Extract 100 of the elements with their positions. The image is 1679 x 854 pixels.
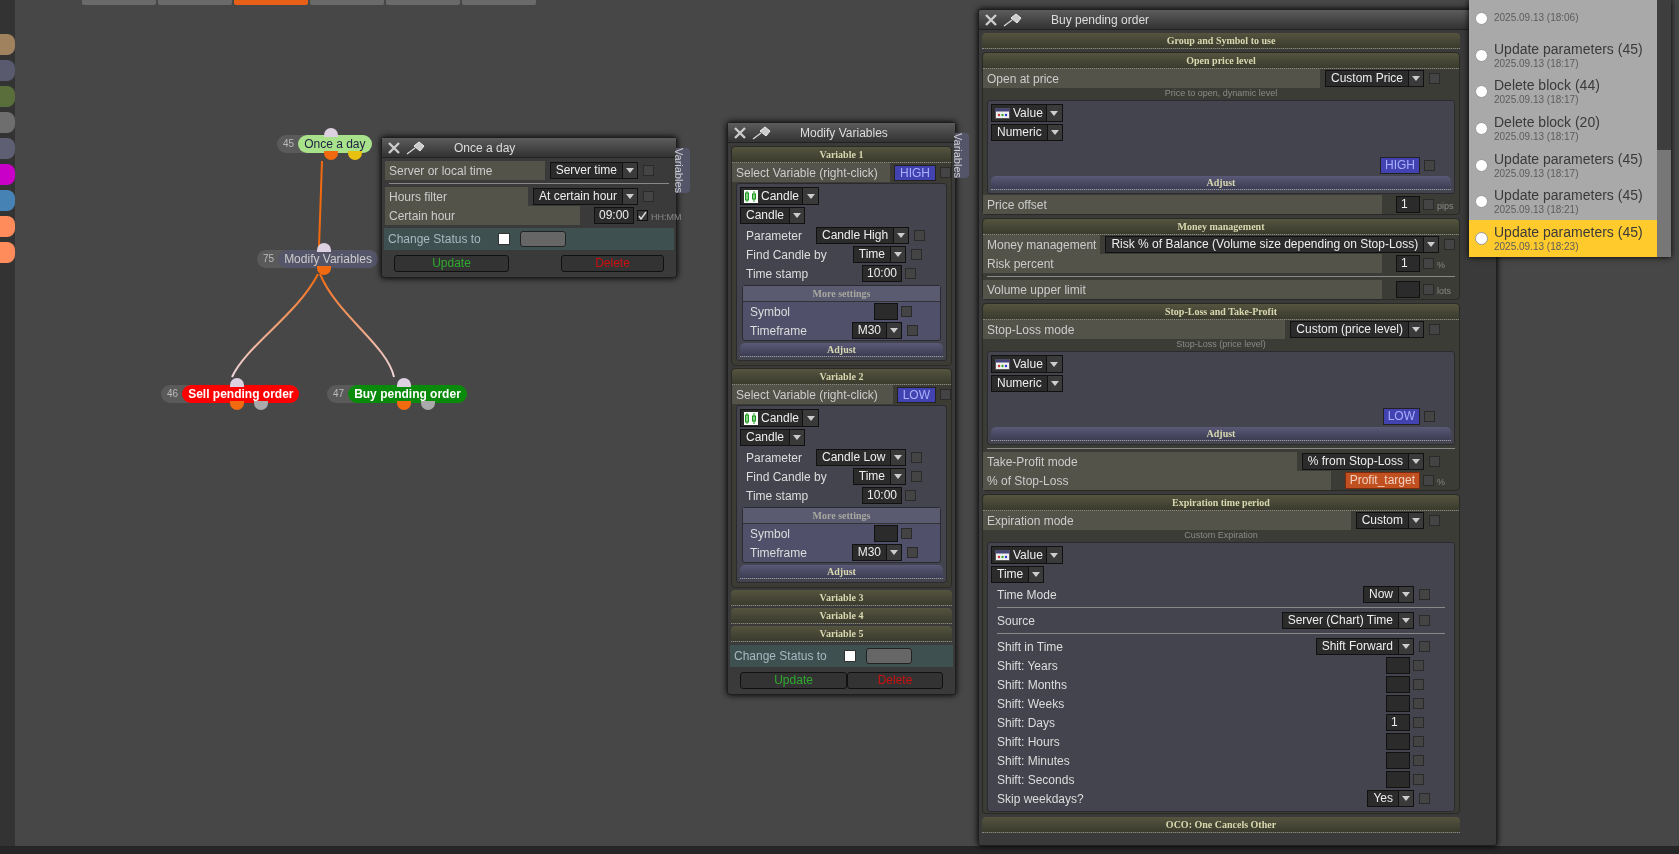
checkbox[interactable] [907,547,918,558]
history-item[interactable]: Update parameters (45) 2025.09.13 (18:21) [1469,183,1657,221]
history-item[interactable]: Delete block (20) 2025.09.13 (18:17) [1469,110,1657,147]
section-header[interactable]: Variable 1 [732,147,951,163]
side-tab[interactable]: Variables [676,148,690,194]
checkbox[interactable] [1413,736,1424,747]
dropdown[interactable]: Value [991,546,1063,564]
section-header[interactable]: Open price level [983,53,1459,69]
section-header[interactable]: Variable 2 [732,369,951,385]
checkbox[interactable] [911,249,922,260]
checkbox[interactable] [1413,774,1424,785]
checkbox[interactable] [643,165,654,176]
history-item[interactable]: Delete block (44) 2025.09.13 (18:17) [1469,73,1657,111]
section-header[interactable]: Stop-Loss and Take-Profit [983,304,1459,320]
checkbox[interactable] [1429,324,1440,335]
checkbox[interactable] [1423,475,1434,486]
input-field[interactable]: 09:00 [593,207,634,224]
side-tab[interactable]: Variables [955,133,969,179]
checkbox[interactable] [940,389,951,400]
checkbox[interactable] [1419,793,1430,804]
flow-node[interactable]: 75 Modify Variables [257,250,378,268]
input-field[interactable] [874,525,898,542]
input-field[interactable] [1386,771,1410,788]
input-field[interactable] [1386,695,1410,712]
dropdown[interactable]: M30 [851,322,902,339]
checkbox[interactable] [1419,589,1430,600]
input-port-icon[interactable] [324,128,339,137]
variable-tag[interactable]: LOW [1382,408,1420,425]
output-port-icon[interactable] [324,151,339,160]
input-field[interactable] [1386,657,1410,674]
dropdown[interactable]: Server time [549,162,638,179]
history-item[interactable]: Update parameters (45) 2025.09.13 (18:17) [1469,146,1657,184]
input-field[interactable]: 10:00 [861,265,902,282]
checkbox[interactable] [1413,660,1424,671]
variable-tag[interactable]: HIGH [1380,157,1420,174]
tab[interactable] [462,0,536,5]
update-button[interactable]: Update [740,672,848,689]
dropdown[interactable]: Shift Forward [1315,638,1414,655]
dropdown[interactable]: Custom Price [1324,70,1424,87]
dropdown[interactable]: M30 [851,544,902,561]
tab[interactable] [158,0,232,5]
color-swatch[interactable] [0,242,15,263]
input-field[interactable] [874,303,898,320]
color-swatch[interactable] [0,34,15,55]
checkbox[interactable] [1413,679,1424,690]
dropdown[interactable]: Candle [740,207,806,224]
checkbox[interactable] [1419,641,1430,652]
input-field[interactable]: 10:00 [861,487,902,504]
dropdown[interactable]: Candle High [816,227,910,244]
flow-node[interactable]: 46 Sell pending order [161,385,300,403]
checkbox[interactable] [1444,239,1456,250]
input-field[interactable]: 1 [1396,255,1420,272]
dropdown[interactable]: Value [991,104,1063,122]
variable-tag[interactable]: LOW [896,386,936,403]
pin-icon[interactable] [752,125,772,140]
dropdown[interactable]: Time [852,246,906,263]
close-icon[interactable] [985,13,997,26]
close-icon[interactable] [388,141,400,154]
color-swatch[interactable] [0,138,15,159]
checkbox[interactable] [1423,199,1434,210]
dropdown[interactable]: Yes [1367,790,1414,807]
section-header[interactable]: Expiration time period [983,495,1459,511]
checkbox[interactable] [940,167,951,178]
color-swatch[interactable] [0,216,15,237]
dropdown[interactable]: Server (Chart) Time [1281,612,1414,629]
checkbox[interactable] [1424,160,1435,171]
checkbox[interactable] [905,268,916,279]
checkbox[interactable] [498,233,510,245]
checkbox[interactable] [643,191,654,202]
input-field[interactable] [1386,676,1410,693]
dropdown[interactable]: Risk % of Balance (Volume size depending on Stop-Loss) [1105,236,1440,253]
checkbox[interactable] [1429,73,1440,84]
color-swatch[interactable] [0,164,15,185]
input-field[interactable] [1396,281,1420,298]
checkbox[interactable] [1423,258,1434,269]
tab[interactable] [386,0,460,5]
dropdown[interactable]: Numeric [991,124,1063,141]
output-port-icon[interactable] [348,151,363,160]
checkbox[interactable] [911,471,922,482]
output-port-icon[interactable] [230,401,245,410]
dropdown[interactable]: Candle [740,429,806,446]
flow-node[interactable]: 47 Buy pending order [327,385,467,403]
section-header[interactable]: Variable 4 [731,608,952,624]
checkbox[interactable] [1419,615,1430,626]
dropdown[interactable]: Candle [740,409,820,427]
input-field[interactable]: 1 [1396,196,1420,213]
section-header[interactable]: Variable 3 [731,590,952,606]
color-swatch[interactable] [0,86,15,107]
dropdown[interactable]: Custom [1355,512,1424,529]
input-field[interactable] [1386,752,1410,769]
output-port-icon[interactable] [317,266,332,275]
checkbox[interactable] [1413,698,1424,709]
dropdown[interactable]: At certain hour [532,188,638,205]
dropdown[interactable]: Candle [740,187,820,205]
flow-node[interactable]: 45 Once a day [277,135,372,153]
input-field[interactable] [1386,733,1410,750]
dropdown[interactable]: Time [852,468,906,485]
output-port-icon[interactable] [254,401,269,410]
tab[interactable] [234,0,308,5]
checkbox[interactable] [907,325,918,336]
